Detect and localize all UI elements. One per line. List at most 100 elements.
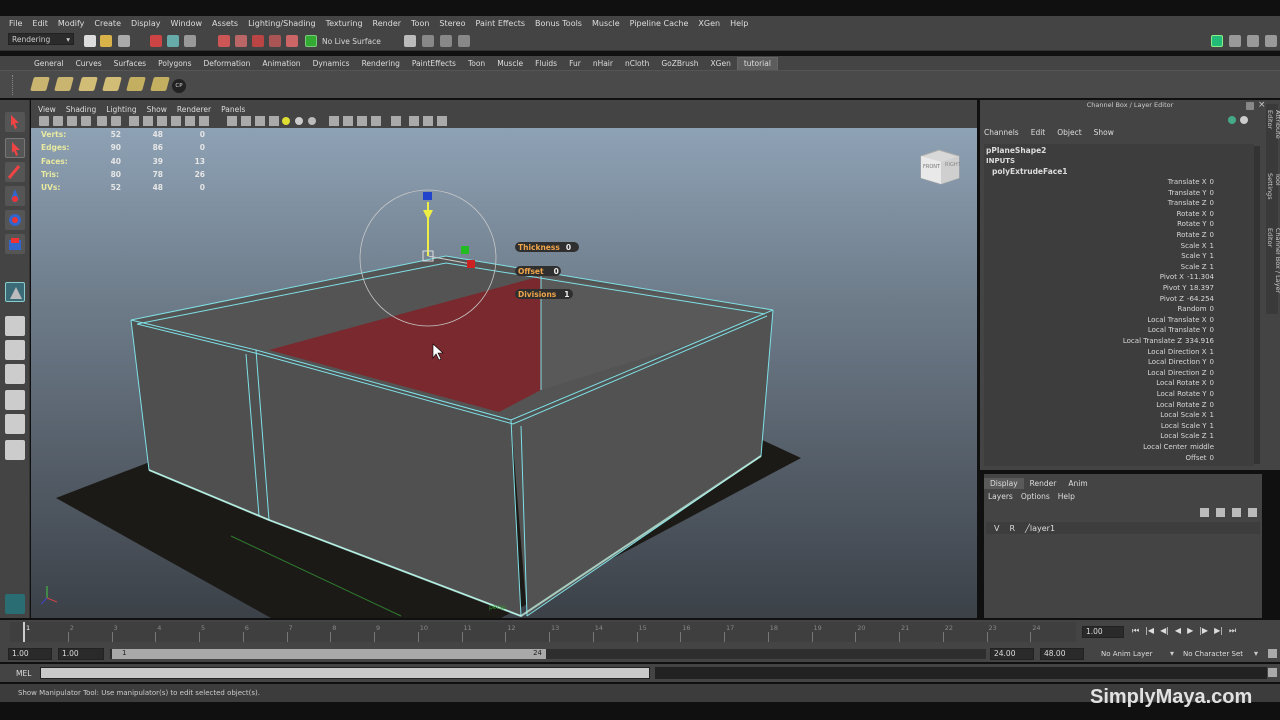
shelf-tab-painteffects[interactable]: PaintEffects (406, 58, 462, 70)
polygon-tool-icon[interactable] (5, 594, 25, 614)
channel-attribute[interactable]: Local Direction Y0 (1148, 358, 1214, 366)
attribute-value[interactable]: 0 (1210, 454, 1214, 462)
panel-menu-panels[interactable]: Panels (216, 105, 250, 114)
panel-menu-shading[interactable]: Shading (61, 105, 101, 114)
menu-help[interactable]: Help (725, 19, 753, 28)
float-panel-icon[interactable] (1246, 102, 1254, 110)
attribute-value[interactable]: 0 (1210, 178, 1214, 186)
shelf-tab-toon[interactable]: Toon (462, 58, 491, 70)
side-tab-channel-box-layer-editor[interactable]: Channel Box / Layer Editor (1266, 228, 1280, 314)
layer-tab-display[interactable]: Display (984, 478, 1024, 489)
shelf-tab-muscle[interactable]: Muscle (491, 58, 529, 70)
shelf-tab-gozbrush[interactable]: GoZBrush (655, 58, 704, 70)
render-view-icon[interactable] (404, 35, 416, 47)
channel-attribute[interactable]: Local Center middle (1143, 443, 1214, 451)
playback-start-field[interactable]: 1.00 (58, 648, 104, 660)
render-settings-icon[interactable] (458, 35, 470, 47)
layer-help-icon[interactable] (1248, 508, 1257, 517)
attribute-value[interactable]: 0 (1210, 210, 1214, 218)
offset-field[interactable]: Offset 0 (515, 266, 561, 276)
attribute-value[interactable]: middle (1190, 443, 1214, 451)
menu-render[interactable]: Render (368, 19, 406, 28)
cp-shelf-button[interactable]: CP (172, 79, 186, 93)
new-layer-selected-icon[interactable] (1216, 508, 1225, 517)
scale-tool-icon[interactable] (5, 234, 25, 254)
channel-attribute[interactable]: Pivot Z -64.254 (1160, 295, 1214, 303)
channel-attribute[interactable]: Local Scale X1 (1160, 411, 1214, 419)
snap-plane-icon[interactable] (269, 35, 281, 47)
channel-attribute[interactable]: Pivot Y 18.397 (1163, 284, 1214, 292)
channel-menu-channels[interactable]: Channels (984, 128, 1019, 137)
channel-box-setting-icon[interactable] (1240, 116, 1248, 124)
thickness-field[interactable]: Thickness 0 (515, 242, 579, 252)
menu-stereo[interactable]: Stereo (434, 19, 470, 28)
tool-settings-icon[interactable] (1247, 35, 1259, 47)
attribute-value[interactable]: 0 (1210, 379, 1214, 387)
chevron-down-icon[interactable]: ▾ (1254, 649, 1258, 658)
menu-file[interactable]: File (4, 19, 27, 28)
menu-lighting-shading[interactable]: Lighting/Shading (243, 19, 321, 28)
paint-select-tool-icon[interactable] (5, 162, 25, 182)
shelf-tab-nhair[interactable]: nHair (587, 58, 619, 70)
viewcube[interactable]: FRONT RIGHT (919, 148, 961, 186)
save-scene-icon[interactable] (118, 35, 130, 47)
start-time-field[interactable]: 1.00 (8, 648, 52, 660)
rotate-tool-icon[interactable] (5, 210, 25, 230)
menu-texturing[interactable]: Texturing (321, 19, 368, 28)
attribute-value[interactable]: 0 (1210, 326, 1214, 334)
step-forward-key-icon[interactable]: ▶| (1214, 626, 1223, 636)
shelf-tab-animation[interactable]: Animation (256, 58, 306, 70)
side-tab-attribute-editor[interactable]: Attribute Editor (1266, 110, 1280, 159)
shelf-tab-tutorial[interactable]: tutorial (736, 57, 778, 70)
shelf-tab-fur[interactable]: Fur (563, 58, 587, 70)
playback-end-field[interactable]: 24.00 (990, 648, 1034, 660)
panel-menu-show[interactable]: Show (142, 105, 172, 114)
channel-box-option-icon[interactable] (1228, 116, 1236, 124)
play-backwards-icon[interactable]: ◀ (1175, 626, 1181, 636)
go-to-end-icon[interactable]: ⏭ (1229, 626, 1236, 636)
layer-visibility-toggle[interactable]: V (994, 524, 999, 533)
layer-tab-render[interactable]: Render (1024, 478, 1063, 489)
channel-attribute[interactable]: Translate X0 (1168, 178, 1214, 186)
shelf-tab-curves[interactable]: Curves (70, 58, 108, 70)
menu-display[interactable]: Display (126, 19, 166, 28)
channel-attribute[interactable]: Local Translate Z 334.916 (1123, 337, 1214, 345)
current-frame-field[interactable]: 1.00 (1082, 626, 1124, 638)
attribute-value[interactable]: 0 (1210, 220, 1214, 228)
channel-box-scrollbar[interactable] (1254, 146, 1260, 464)
channel-attribute[interactable]: Translate Y0 (1168, 189, 1214, 197)
attribute-value[interactable]: 1 (1210, 348, 1214, 356)
channel-attribute[interactable]: Local Direction X1 (1148, 348, 1214, 356)
channel-attribute[interactable]: Local Direction Z0 (1148, 369, 1214, 377)
select-tool-icon[interactable] (5, 112, 25, 132)
menu-muscle[interactable]: Muscle (587, 19, 625, 28)
end-time-field[interactable]: 48.00 (1040, 648, 1084, 660)
menu-edit[interactable]: Edit (27, 19, 53, 28)
channel-attribute[interactable]: Offset 0 (1186, 454, 1215, 462)
script-editor-icon[interactable] (1268, 668, 1277, 677)
menu-modify[interactable]: Modify (53, 19, 90, 28)
attribute-value[interactable]: 0 (1210, 305, 1214, 313)
live-surface-icon[interactable] (305, 35, 317, 47)
select-component-icon[interactable] (184, 35, 196, 47)
channel-attribute[interactable]: Rotate Z0 (1177, 231, 1214, 239)
layout-persp-outliner-icon[interactable] (5, 390, 25, 410)
shelf-tool-5-icon[interactable] (126, 77, 146, 91)
layer-render-toggle[interactable]: R (1009, 524, 1015, 533)
attribute-value[interactable]: 1 (1210, 422, 1214, 430)
menu-toon[interactable]: Toon (406, 19, 434, 28)
channel-attribute[interactable]: Local Rotate Y0 (1157, 390, 1214, 398)
snap-grid-icon[interactable] (218, 35, 230, 47)
menu-create[interactable]: Create (89, 19, 126, 28)
menu-bonus-tools[interactable]: Bonus Tools (530, 19, 587, 28)
new-layer-icon[interactable] (1200, 508, 1209, 517)
make-live-icon[interactable] (286, 35, 298, 47)
layer-tab-anim[interactable]: Anim (1062, 478, 1093, 489)
viewport-3d[interactable]: Verts: 52 48 0 Edges: 90 86 0 Faces: 40 39 13 Tris: 8… (31, 128, 977, 618)
layout-four-icon[interactable] (5, 340, 25, 360)
divisions-field[interactable]: Divisions 1 (515, 289, 573, 299)
layer-menu-layers[interactable]: Layers (988, 492, 1013, 501)
channel-menu-object[interactable]: Object (1057, 128, 1081, 137)
attribute-value[interactable]: 0 (1210, 358, 1214, 366)
time-slider[interactable]: 1 2 3 4 5 6 7 8 9 10 11 12 13 14 15 16 17 18 19 20 21 22 23 24 … (0, 620, 1280, 646)
